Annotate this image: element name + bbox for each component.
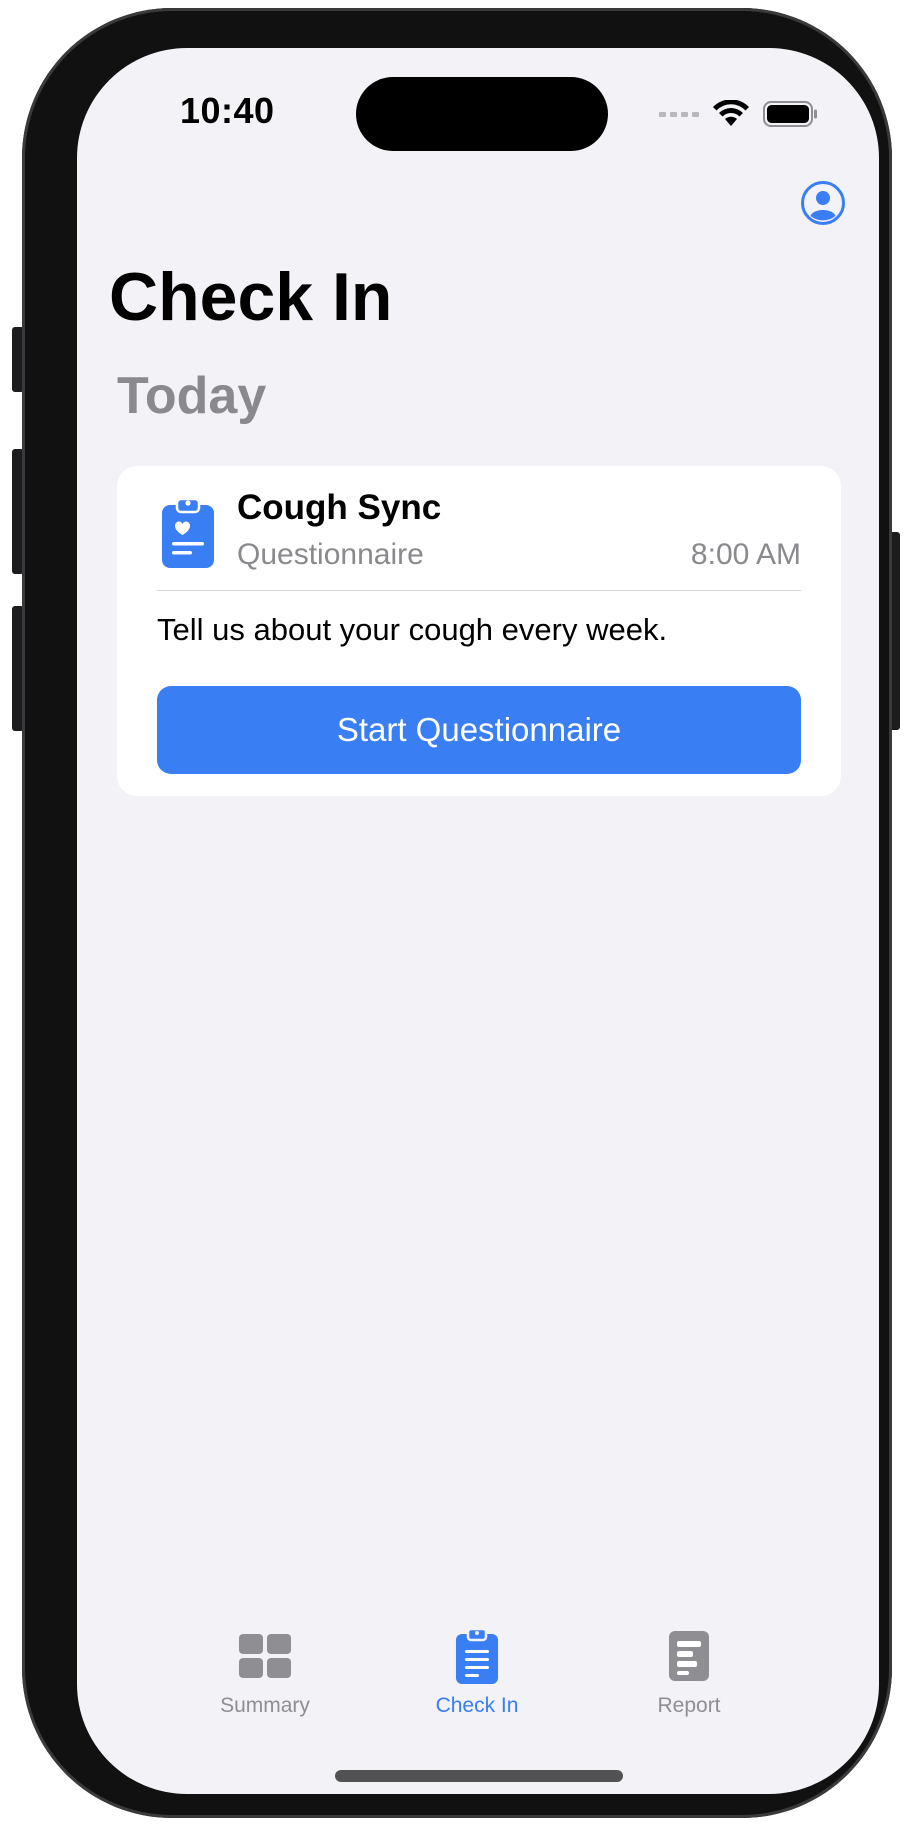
document-icon: [661, 1628, 717, 1684]
tab-summary-label: Summary: [220, 1694, 310, 1717]
tab-check-in-label: Check In: [435, 1694, 519, 1717]
status-icons: [659, 100, 819, 128]
grid-icon: [237, 1628, 293, 1684]
tab-check-in[interactable]: Check In: [377, 1628, 577, 1718]
page-title: Check In: [109, 259, 393, 335]
battery-icon: [763, 101, 817, 127]
card-subtitle: Questionnaire: [237, 538, 424, 571]
tab-report[interactable]: Report: [589, 1628, 789, 1718]
wifi-icon: [713, 100, 749, 126]
card-title: Cough Sync: [237, 488, 442, 527]
cellular-signal-icon: [659, 111, 699, 117]
card-divider: [157, 590, 801, 591]
home-indicator[interactable]: [335, 1770, 623, 1782]
card-time: 8:00 AM: [690, 538, 801, 571]
section-title: Today: [117, 367, 267, 425]
dynamic-island: [356, 77, 608, 151]
clipboard-heart-icon: [162, 497, 214, 568]
phone-frame: 10:40 Check In Today Cough Sync Question…: [22, 8, 892, 1818]
tab-summary[interactable]: Summary: [165, 1628, 365, 1718]
questionnaire-card: Cough Sync Questionnaire 8:00 AM Tell us…: [117, 466, 841, 796]
tab-report-label: Report: [657, 1694, 721, 1717]
card-description: Tell us about your cough every week.: [157, 612, 668, 647]
profile-button[interactable]: [800, 180, 846, 226]
tab-bar: Summary Check In Report: [77, 1628, 879, 1748]
start-questionnaire-button[interactable]: Start Questionnaire: [157, 686, 801, 774]
status-time: 10:40: [180, 90, 275, 131]
clipboard-icon: [449, 1628, 505, 1684]
screen: 10:40 Check In Today Cough Sync Question…: [77, 48, 879, 1794]
